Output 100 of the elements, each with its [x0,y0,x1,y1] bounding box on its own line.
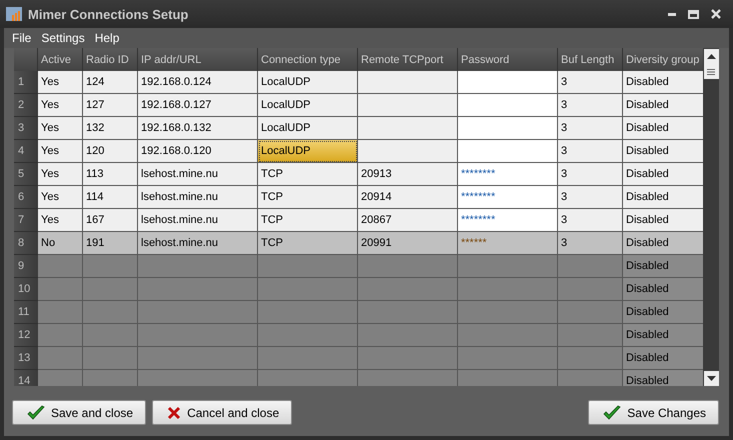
column-header[interactable]: Password [458,48,558,71]
table-cell: Yes [38,209,83,232]
action-button[interactable]: Save Changes [588,400,719,425]
column-header[interactable]: IP addr/URL [138,48,258,71]
row-header[interactable]: 12 [14,324,38,347]
row-header[interactable]: 8 [14,232,38,255]
row-header[interactable]: 13 [14,347,38,370]
table-cell: Disabled [623,324,703,347]
table-cell: Disabled [623,209,703,232]
table-cell: LocalUDP [258,71,358,94]
column-header[interactable]: Remote TCPport [358,48,458,71]
table-cell: 124 [83,71,138,94]
table-cell: 3 [558,163,623,186]
table-cell: Disabled [623,232,703,255]
table-cell: ****** [458,232,558,255]
minimize-icon[interactable] [668,12,676,16]
table-cell: Yes [38,94,83,117]
table-cell [558,278,623,301]
table-cell: LocalUDP [258,117,358,140]
table-cell: ******** [458,186,558,209]
row-header[interactable]: 4 [14,140,38,163]
table-cell: Disabled [623,117,703,140]
check-icon [603,404,622,420]
row-header[interactable]: 2 [14,94,38,117]
close-icon [167,406,182,420]
scroll-thumb[interactable] [704,64,718,79]
table-cell: LocalUDP [258,94,358,117]
table-cell: Disabled [623,347,703,370]
action-button[interactable]: Cancel and close [152,400,292,425]
table-cell [83,324,138,347]
app-icon [6,7,22,21]
table-cell: lsehost.mine.nu [138,209,258,232]
table-cell: ******** [458,163,558,186]
table-cell: 3 [558,71,623,94]
table-cell: TCP [258,232,358,255]
table-cell: 114 [83,186,138,209]
column-header[interactable]: Active [38,48,83,71]
row-header[interactable]: 6 [14,186,38,209]
row-header[interactable]: 1 [14,71,38,94]
row-header[interactable]: 7 [14,209,38,232]
table-cell: 20991 [358,232,458,255]
table-cell: Yes [38,186,83,209]
column-header[interactable]: Radio ID [83,48,138,71]
table-cell: 3 [558,232,623,255]
scroll-down-icon[interactable] [704,371,718,386]
table-cell: 192.168.0.124 [138,71,258,94]
action-button[interactable]: Save and close [12,400,146,425]
window-title: Mimer Connections Setup [28,6,190,22]
table-cell: Disabled [623,370,703,386]
table-cell: 127 [83,94,138,117]
table-cell: 20913 [358,163,458,186]
check-icon [27,404,45,420]
table-cell: 3 [558,140,623,163]
row-header[interactable]: 10 [14,278,38,301]
table-cell: Disabled [623,94,703,117]
table-cell: lsehost.mine.nu [138,232,258,255]
table-cell: 167 [83,209,138,232]
table-cell: 113 [83,163,138,186]
menu-item[interactable]: File [8,31,36,45]
table-cell: Yes [38,163,83,186]
table-cell: No [38,232,83,255]
header-corner [14,48,38,71]
table-cell [83,255,138,278]
table-cell [558,255,623,278]
table-cell: 3 [558,94,623,117]
row-header[interactable]: 11 [14,301,38,324]
scroll-up-icon[interactable] [704,49,718,64]
table-cell: 192.168.0.120 [138,140,258,163]
table-cell: 192.168.0.132 [138,117,258,140]
table-cell: Yes [38,71,83,94]
table-cell [83,278,138,301]
table-cell [83,347,138,370]
table-cell: Disabled [623,186,703,209]
menu-item[interactable]: Settings [37,31,89,45]
table-cell: Yes [38,117,83,140]
table-cell: 120 [83,140,138,163]
column-header[interactable]: Buf Length [558,48,623,71]
table-cell: Disabled [623,140,703,163]
row-header[interactable]: 5 [14,163,38,186]
table-cell: lsehost.mine.nu [138,186,258,209]
table-cell[interactable]: LocalUDP [258,140,358,163]
maximize-icon[interactable] [688,10,699,18]
row-header[interactable]: 3 [14,117,38,140]
table-cell: TCP [258,163,358,186]
close-icon[interactable] [711,9,721,19]
column-header[interactable]: Diversity group [623,48,703,71]
table-cell: Disabled [623,163,703,186]
column-header[interactable]: Connection type [258,48,358,71]
row-header[interactable]: 9 [14,255,38,278]
menu-item[interactable]: Help [90,31,124,45]
table-cell: 192.168.0.127 [138,94,258,117]
table-cell: Disabled [623,278,703,301]
table-cell: Disabled [623,255,703,278]
table-cell: TCP [258,209,358,232]
table-cell [558,301,623,324]
table-cell [558,347,623,370]
table-cell: 20914 [358,186,458,209]
table-cell: Disabled [623,71,703,94]
table-cell: Disabled [623,301,703,324]
table-cell: 132 [83,117,138,140]
